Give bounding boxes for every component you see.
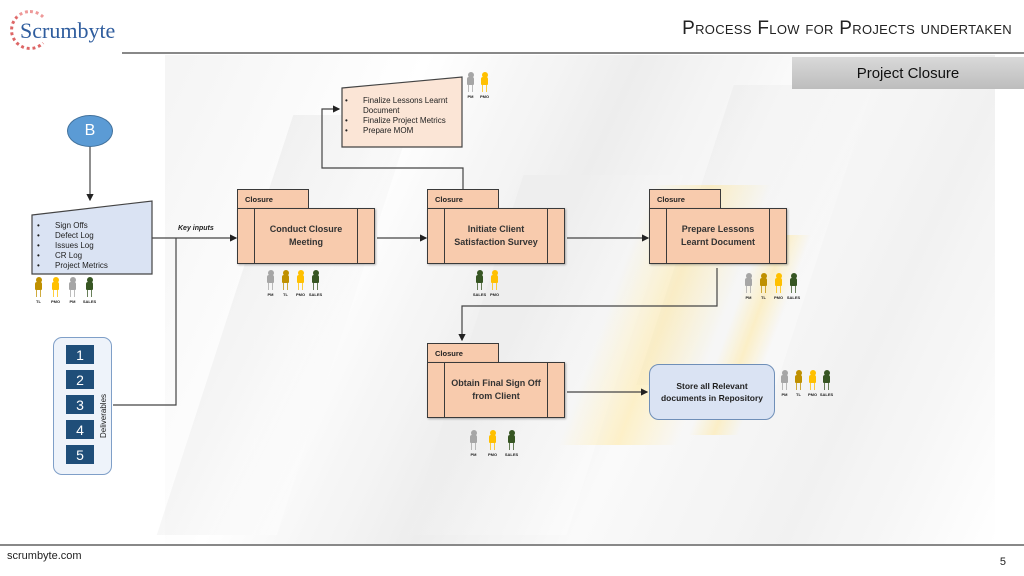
step-label: Prepare Lessons Learnt Document [680,224,755,247]
role-pm-icon: PM [467,430,480,457]
step-tab: Closure [649,189,721,209]
role-sales-icon: SALES [473,270,486,297]
deliverables-box: 1 2 3 4 5 Deliverables [53,337,112,475]
inputs-list: Sign Offs Defect Log Issues Log CR Log P… [33,221,108,271]
role-pmo-icon: PMO [294,270,307,297]
logo-text: Scrumbyte [20,18,116,43]
role-pm-icon: PM [464,72,477,99]
inputs-roles: TL PMO PM SALES [32,277,96,304]
role-label: SALES [786,295,801,300]
role-label: SALES [82,299,97,304]
role-tl-icon: TL [757,273,770,300]
step-roles: SALES PMO [473,270,501,297]
inputs-manual-input: Sign Offs Defect Log Issues Log CR Log P… [31,200,153,275]
role-tl-icon: TL [32,277,45,304]
task-item: Finalize Lessons Learnt Document [341,96,461,116]
lessons-tasks-list: Finalize Lessons Learnt Document Finaliz… [341,96,461,136]
role-label: PMO [773,295,784,300]
store-documents-box: Store all Relevant documents in Reposito… [649,364,775,420]
role-label: SALES [504,452,519,457]
input-item: Issues Log [33,241,108,251]
role-sales-icon: SALES [820,370,833,397]
step-label: Initiate Client Satisfaction Survey [454,224,538,247]
role-label: PM [69,299,76,304]
role-label: PM [467,94,474,99]
step-roles: PM TL PMO SALES [264,270,322,297]
role-label: PMO [807,392,818,397]
step-label: Obtain Final Sign Off from Client [451,378,541,401]
lessons-tasks-manual-input: Finalize Lessons Learnt Document Finaliz… [341,76,463,148]
role-tl-icon: TL [792,370,805,397]
role-pm-icon: PM [264,270,277,297]
role-pm-icon: PM [66,277,79,304]
role-label: PM [267,292,274,297]
deliverable-item: 4 [66,420,94,439]
step-tab: Closure [237,189,309,209]
store-roles: PM TL PMO SALES [778,370,833,397]
role-pmo-icon: PMO [49,277,62,304]
role-label: TL [761,295,766,300]
input-item: CR Log [33,251,108,261]
role-sales-icon: SALES [505,430,518,457]
step-label: Conduct Closure Meeting [269,224,343,247]
deliverable-item: 5 [66,445,94,464]
footer-divider [0,544,1024,546]
scrumbyte-logo: Scrumbyte [6,8,136,54]
role-label: PMO [489,292,500,297]
role-pmo-icon: PMO [772,273,785,300]
role-label: PM [781,392,788,397]
footer-url: scrumbyte.com [7,550,82,562]
role-label: SALES [308,292,323,297]
role-label: TL [283,292,288,297]
off-page-connector-b: B [67,115,113,147]
role-pmo-icon: PMO [806,370,819,397]
role-label: PM [745,295,752,300]
role-pmo-icon: PMO [486,430,499,457]
role-pm-icon: PM [778,370,791,397]
step-roles: PM PMO SALES [467,430,518,457]
input-item: Sign Offs [33,221,108,231]
role-pm-icon: PM [742,273,755,300]
input-item: Defect Log [33,231,108,241]
section-tag: Project Closure [792,57,1024,89]
role-tl-icon: TL [279,270,292,297]
role-pmo-icon: PMO [488,270,501,297]
role-label: TL [36,299,41,304]
step-roles: PM TL PMO SALES [742,273,800,300]
role-label: SALES [472,292,487,297]
role-label: PMO [295,292,306,297]
lessons-tasks-roles: PM PMO [464,72,491,99]
role-label: PMO [479,94,490,99]
task-item: Prepare MOM [341,126,461,136]
role-pmo-icon: PMO [478,72,491,99]
step-tab: Closure [427,343,499,363]
role-label: SALES [819,392,834,397]
task-item: Finalize Project Metrics [341,116,461,126]
role-label: PMO [487,452,498,457]
deliverable-item: 3 [66,395,94,414]
deliverable-item: 1 [66,345,94,364]
input-item: Project Metrics [33,261,108,271]
step-tab: Closure [427,189,499,209]
page-title: Process Flow for Projects undertaken [682,18,1012,39]
deliverable-item: 2 [66,370,94,389]
deliverables-label: Deliverables [99,393,108,438]
role-sales-icon: SALES [309,270,322,297]
role-sales-icon: SALES [83,277,96,304]
background-artwork [156,55,995,545]
title-divider [122,52,1024,54]
role-sales-icon: SALES [787,273,800,300]
page-number: 5 [999,556,1006,568]
role-label: PMO [50,299,61,304]
role-label: TL [796,392,801,397]
key-inputs-label: Key inputs [178,225,214,232]
role-label: PM [470,452,477,457]
